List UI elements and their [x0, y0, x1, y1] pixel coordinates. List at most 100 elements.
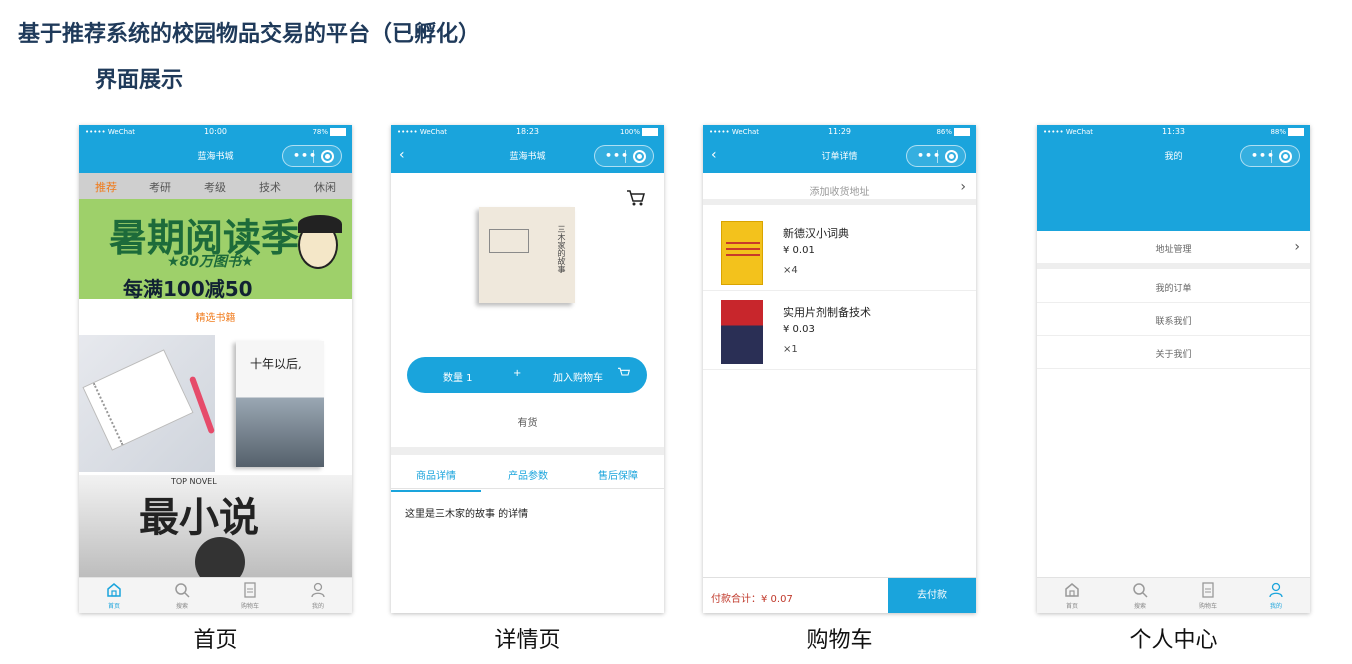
profile-header [1037, 173, 1310, 231]
quantity-plus[interactable]: + [513, 368, 521, 379]
close-miniprogram-icon[interactable] [945, 150, 958, 163]
book-tile-novel[interactable]: TOP NOVEL 最小说 [79, 475, 352, 577]
book-tile-notebook[interactable] [79, 335, 215, 472]
detail-caption: 详情页 [494, 628, 561, 653]
order-item[interactable]: 实用片剂制备技术 ¥ 0.03 ×1 [703, 292, 976, 370]
profile-caption: 个人中心 [1129, 628, 1218, 653]
book-tile-ten-years[interactable]: 十年以后, [216, 335, 352, 472]
capsule-divider [937, 150, 938, 163]
item-thumbnail [721, 221, 763, 285]
cart-screen: ••••• WeChat 11:29 86% ‹ 订单详情 ••• 添加收货地址… [703, 125, 976, 613]
status-time: 10:00 [203, 127, 228, 136]
battery-indicator: 88% [1270, 128, 1304, 136]
promo-banner[interactable]: 暑期阅读季 ★80万图书★ 每满100减50 [79, 199, 352, 299]
shopping-cart-icon[interactable] [626, 189, 646, 207]
pen-image [188, 375, 215, 435]
item-count: ×4 [783, 265, 798, 276]
tab-profile[interactable]: 我的 [293, 582, 343, 610]
status-time: 11:33 [1161, 127, 1186, 136]
tab-cart[interactable]: 购物车 [1183, 582, 1233, 610]
tab-home[interactable]: 首页 [89, 582, 139, 610]
tab-search[interactable]: 搜索 [1115, 582, 1165, 610]
order-item[interactable]: 新德汉小词典 ¥ 0.01 ×4 [703, 213, 976, 291]
home-screen: ••••• WeChat 10:00 78% 蓝海书城 ••• 推荐 考研 考级… [79, 125, 352, 613]
profile-screen: ••••• WeChat 11:33 88% 我的 ••• 地址管理 › 我的订… [1037, 125, 1310, 613]
tab-cart-label: 购物车 [1198, 603, 1217, 610]
menu-contact-label: 联系我们 [1155, 317, 1192, 327]
status-time: 11:29 [827, 127, 852, 136]
banner-line2: ★80万图书★ [167, 254, 254, 270]
close-miniprogram-icon[interactable] [633, 150, 646, 163]
category-leisure[interactable]: 休闲 [298, 179, 352, 195]
tab-after-sales[interactable]: 售后保障 [573, 467, 663, 482]
menu-contact[interactable]: 联系我们 [1037, 303, 1310, 336]
battery-indicator: 100% [620, 128, 658, 136]
add-to-cart-button[interactable]: 数量 1 + 加入购物车 [407, 357, 647, 393]
user-icon [1269, 582, 1283, 598]
product-image: 三木家的故事 [479, 207, 575, 303]
cart-icon [618, 367, 631, 376]
detail-screen: ••••• WeChat 18:23 100% ‹ 蓝海书城 ••• 三木家的故… [391, 125, 664, 613]
banner-line3: 每满100减50 [123, 277, 253, 299]
cover-sketch [489, 229, 529, 253]
tab-home-label: 首页 [1065, 603, 1078, 610]
cart-list-icon [1202, 582, 1214, 598]
item-price: ¥ 0.03 [783, 324, 815, 335]
pay-button[interactable]: 去付款 [888, 578, 976, 613]
status-bar: ••••• WeChat 18:23 100% [391, 127, 664, 139]
book-cover-title: 三木家的故事 [557, 225, 566, 273]
tab-product-params[interactable]: 产品参数 [483, 467, 573, 482]
tab-home[interactable]: 首页 [1047, 582, 1097, 610]
status-bar: ••••• WeChat 11:33 88% [1037, 127, 1310, 139]
checkout-bar: 付款合计：¥ 0.07 去付款 [703, 577, 976, 613]
category-recommend[interactable]: 推荐 [79, 179, 133, 195]
menu-orders[interactable]: 我的订单 [1037, 270, 1310, 303]
menu-about[interactable]: 关于我们 [1037, 336, 1310, 369]
menu-address-label: 地址管理 [1155, 245, 1192, 255]
tab-bar: 首页 搜索 购物车 我的 [1037, 577, 1310, 613]
tab-product-detail[interactable]: 商品详情 [391, 467, 481, 492]
category-postgrad[interactable]: 考研 [133, 179, 187, 195]
tab-profile-label: 我的 [311, 603, 324, 610]
item-thumbnail [721, 300, 763, 364]
stock-status: 有货 [517, 418, 538, 429]
miniprogram-capsule[interactable]: ••• [906, 145, 966, 167]
item-price: ¥ 0.01 [783, 245, 815, 256]
tab-profile[interactable]: 我的 [1251, 582, 1301, 610]
section-divider [391, 447, 664, 455]
section-heading: 界面展示 [95, 67, 184, 93]
home-caption: 首页 [193, 628, 238, 653]
chevron-right-icon: › [1294, 239, 1300, 255]
add-address-row[interactable]: 添加收货地址 › [703, 173, 976, 205]
menu-orders-label: 我的订单 [1155, 284, 1192, 294]
miniprogram-capsule[interactable]: ••• [282, 145, 342, 167]
nav-bar: ••••• WeChat 18:23 100% ‹ 蓝海书城 ••• [391, 125, 664, 173]
category-tech[interactable]: 技术 [243, 179, 297, 195]
address-placeholder: 添加收货地址 [809, 187, 870, 198]
novel-portrait [195, 537, 245, 577]
capsule-divider [313, 150, 314, 163]
close-miniprogram-icon[interactable] [1279, 150, 1292, 163]
book-cover: 十年以后, [236, 341, 324, 467]
battery-indicator: 86% [936, 128, 970, 136]
novel-title: 最小说 [139, 494, 259, 541]
tab-cart[interactable]: 购物车 [225, 582, 275, 610]
close-miniprogram-icon[interactable] [321, 150, 334, 163]
book-cover-title: 十年以后, [250, 357, 302, 371]
item-name: 实用片剂制备技术 [783, 306, 871, 319]
menu-address[interactable]: 地址管理 › [1037, 231, 1310, 269]
chevron-right-icon: › [960, 179, 966, 195]
miniprogram-capsule[interactable]: ••• [594, 145, 654, 167]
featured-books-title: 精选书籍 [195, 313, 236, 324]
quantity-label[interactable]: 数量 1 [443, 369, 473, 384]
home-icon [1065, 583, 1079, 597]
search-icon [1133, 583, 1148, 598]
notebook-image [82, 349, 194, 451]
tab-search[interactable]: 搜索 [157, 582, 207, 610]
total-amount: 付款合计：¥ 0.07 [711, 594, 793, 605]
user-icon [311, 582, 325, 598]
tab-search-label: 搜索 [1133, 603, 1146, 610]
status-bar: ••••• WeChat 11:29 86% [703, 127, 976, 139]
miniprogram-capsule[interactable]: ••• [1240, 145, 1300, 167]
category-certificate[interactable]: 考级 [188, 179, 242, 195]
